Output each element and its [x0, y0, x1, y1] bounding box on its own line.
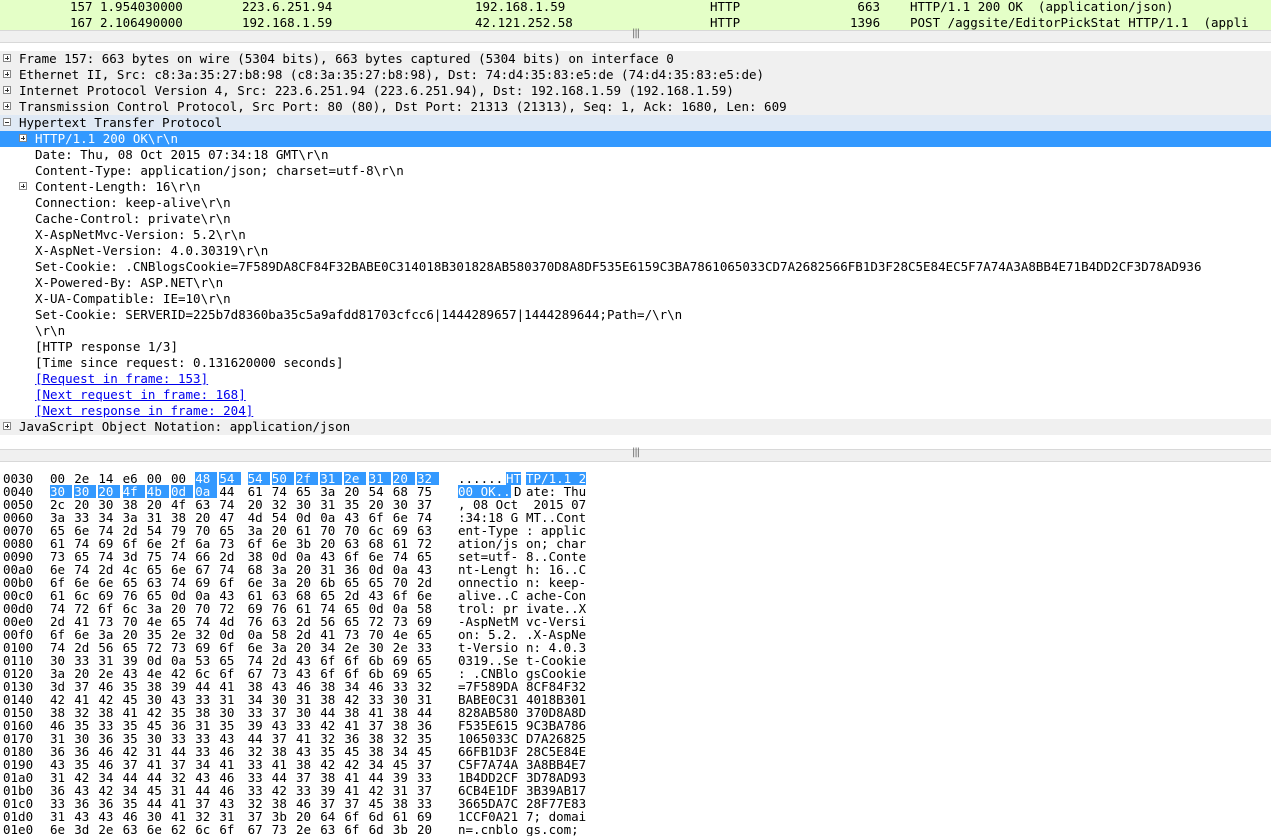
detail-text: Ethernet II, Src: c8:3a:35:27:b8:98 (c8:… [19, 67, 765, 82]
detail-text: Set-Cookie: .CNBlogsCookie=7F589DA8CF84F… [35, 259, 1202, 274]
detail-row[interactable]: X-UA-Compatible: IE=10\r\n [0, 291, 1271, 307]
hex-byte[interactable]: 6e [147, 823, 169, 836]
detail-row[interactable]: Set-Cookie: .CNBlogsCookie=7F589DA8CF84F… [0, 259, 1271, 275]
pane-splitter-top[interactable]: ||| [0, 28, 1271, 43]
detail-text: Hypertext Transfer Protocol [19, 115, 223, 130]
packet-len-cell: 1396 [850, 15, 881, 30]
packet-row[interactable]: 157 1.954030000 223.6.251.94 192.168.1.59 HT… [0, 0, 1271, 14]
packet-no-cell: 167 [70, 15, 93, 30]
detail-row[interactable]: [HTTP response 1/3] [0, 339, 1271, 355]
packet-src-cell: 192.168.1.59 [242, 15, 333, 30]
hex-byte[interactable]: 73 [272, 823, 294, 836]
detail-row[interactable]: Date: Thu, 08 Oct 2015 07:34:18 GMT\r\n [0, 147, 1271, 163]
packet-no-cell: 157 [70, 0, 93, 14]
detail-row[interactable]: \r\n [0, 323, 1271, 339]
detail-row[interactable]: Hypertext Transfer Protocol [0, 115, 1271, 131]
hex-byte[interactable]: 6f [219, 823, 241, 836]
detail-text: X-AspNet-Version: 4.0.30319\r\n [35, 243, 269, 258]
detail-text: Cache-Control: private\r\n [35, 211, 231, 226]
detail-row[interactable]: Ethernet II, Src: c8:3a:35:27:b8:98 (c8:… [0, 67, 1271, 83]
hex-byte[interactable]: 6c [195, 823, 217, 836]
expand-plus-icon[interactable] [3, 102, 11, 110]
packet-info-cell: HTTP/1.1 200 OK (application/json) [910, 0, 1174, 14]
detail-row[interactable]: HTTP/1.1 200 OK\r\n [0, 131, 1271, 147]
packet-proto-cell: HTTP [710, 15, 741, 30]
expand-plus-icon[interactable] [3, 70, 11, 78]
expand-plus-icon[interactable] [3, 422, 11, 430]
detail-row[interactable]: JavaScript Object Notation: application/… [0, 419, 1271, 435]
frame-link-row[interactable]: [Next request in frame: 168] [0, 387, 1271, 403]
detail-text: JavaScript Object Notation: application/… [19, 419, 351, 434]
detail-text: Date: Thu, 08 Oct 2015 07:34:18 GMT\r\n [35, 147, 329, 162]
ascii-text[interactable]: gs.com; [526, 823, 586, 836]
splitter-grip-icon: ||| [631, 28, 640, 39]
pane-splitter-bottom[interactable]: ||| [0, 447, 1271, 462]
detail-text: [HTTP response 1/3] [35, 339, 178, 354]
detail-row[interactable]: Content-Type: application/json; charset=… [0, 163, 1271, 179]
detail-row[interactable]: Transmission Control Protocol, Src Port:… [0, 99, 1271, 115]
detail-text: Content-Type: application/json; charset=… [35, 163, 404, 178]
detail-text: Content-Length: 16\r\n [35, 179, 201, 194]
detail-text: X-AspNetMvc-Version: 5.2\r\n [35, 227, 246, 242]
hex-byte[interactable]: 6e [50, 823, 72, 836]
packet-time-cell: 2.106490000 [100, 15, 183, 30]
frame-link[interactable]: [Next request in frame: 168] [35, 387, 246, 403]
packet-dst-cell: 42.121.252.58 [475, 15, 573, 30]
hex-byte[interactable]: 62 [171, 823, 193, 836]
detail-row[interactable]: X-Powered-By: ASP.NET\r\n [0, 275, 1271, 291]
packet-time-cell: 1.954030000 [100, 0, 183, 14]
frame-link[interactable]: [Request in frame: 153] [35, 371, 208, 387]
hex-byte[interactable]: 3b [393, 823, 415, 836]
hex-byte[interactable]: 3d [74, 823, 96, 836]
detail-text: X-Powered-By: ASP.NET\r\n [35, 275, 224, 290]
packet-len-cell: 663 [857, 0, 880, 14]
packet-details-pane: Frame 157: 663 bytes on wire (5304 bits)… [0, 51, 1271, 438]
splitter-grip-icon: ||| [631, 447, 640, 458]
ascii-text[interactable]: n=.cnblo [458, 823, 518, 836]
detail-text: Connection: keep-alive\r\n [35, 195, 231, 210]
packet-info-cell: POST /aggsite/EditorPickStat HTTP/1.1 (a… [910, 15, 1249, 30]
frame-link-row[interactable]: [Request in frame: 153] [0, 371, 1271, 387]
detail-row[interactable]: Internet Protocol Version 4, Src: 223.6.… [0, 83, 1271, 99]
packet-bytes-pane: 0030 00 2e 14 e6 00 00 48 54 54 50 2f 31 2e 31 20 32....… [0, 472, 1271, 836]
detail-row[interactable]: X-AspNet-Version: 4.0.30319\r\n [0, 243, 1271, 259]
detail-text: Set-Cookie: SERVERID=225b7d8360ba35c5a9a… [35, 307, 683, 322]
expand-plus-icon[interactable] [19, 182, 27, 190]
detail-text: \r\n [35, 323, 66, 338]
expand-plus-icon[interactable] [19, 134, 27, 142]
packet-dst-cell: 192.168.1.59 [475, 0, 566, 14]
detail-text: Transmission Control Protocol, Src Port:… [19, 99, 787, 114]
expand-plus-icon[interactable] [3, 54, 11, 62]
expand-plus-icon[interactable] [3, 86, 11, 94]
packet-src-cell: 223.6.251.94 [242, 0, 333, 14]
hex-byte[interactable]: 2e [98, 823, 120, 836]
hex-offset: 01e0 [3, 822, 34, 836]
hex-byte[interactable]: 6f [344, 823, 366, 836]
detail-text: X-UA-Compatible: IE=10\r\n [35, 291, 231, 306]
packet-list: 157 1.954030000 223.6.251.94 192.168.1.59 HT… [0, 0, 1271, 30]
hex-row[interactable]: 01e0 6e 3d 2e 63 6e 62 6c 6f 67 73 2e 63 6f 6d 3b 20 n=.c… [0, 823, 600, 836]
detail-row[interactable]: Content-Length: 16\r\n [0, 179, 1271, 195]
collapse-minus-icon[interactable] [3, 118, 11, 126]
frame-link[interactable]: [Next response in frame: 204] [35, 403, 253, 419]
detail-row[interactable]: Set-Cookie: SERVERID=225b7d8360ba35c5a9a… [0, 307, 1271, 323]
frame-link-row[interactable]: [Next response in frame: 204] [0, 403, 1271, 419]
detail-row[interactable]: Frame 157: 663 bytes on wire (5304 bits)… [0, 51, 1271, 67]
detail-text: Frame 157: 663 bytes on wire (5304 bits)… [19, 51, 674, 66]
detail-text: [Time since request: 0.131620000 seconds… [35, 355, 344, 370]
detail-row[interactable]: X-AspNetMvc-Version: 5.2\r\n [0, 227, 1271, 243]
hex-byte[interactable]: 6d [369, 823, 391, 836]
detail-text: HTTP/1.1 200 OK\r\n [35, 131, 178, 146]
detail-row[interactable]: Cache-Control: private\r\n [0, 211, 1271, 227]
hex-byte[interactable]: 67 [248, 823, 270, 836]
hex-byte[interactable]: 20 [417, 823, 439, 836]
detail-text: Internet Protocol Version 4, Src: 223.6.… [19, 83, 734, 98]
detail-row[interactable]: [Time since request: 0.131620000 seconds… [0, 355, 1271, 371]
packet-proto-cell: HTTP [710, 0, 741, 14]
hex-byte[interactable]: 2e [296, 823, 318, 836]
detail-row[interactable]: Connection: keep-alive\r\n [0, 195, 1271, 211]
hex-byte[interactable]: 63 [320, 823, 342, 836]
hex-byte[interactable]: 63 [123, 823, 145, 836]
